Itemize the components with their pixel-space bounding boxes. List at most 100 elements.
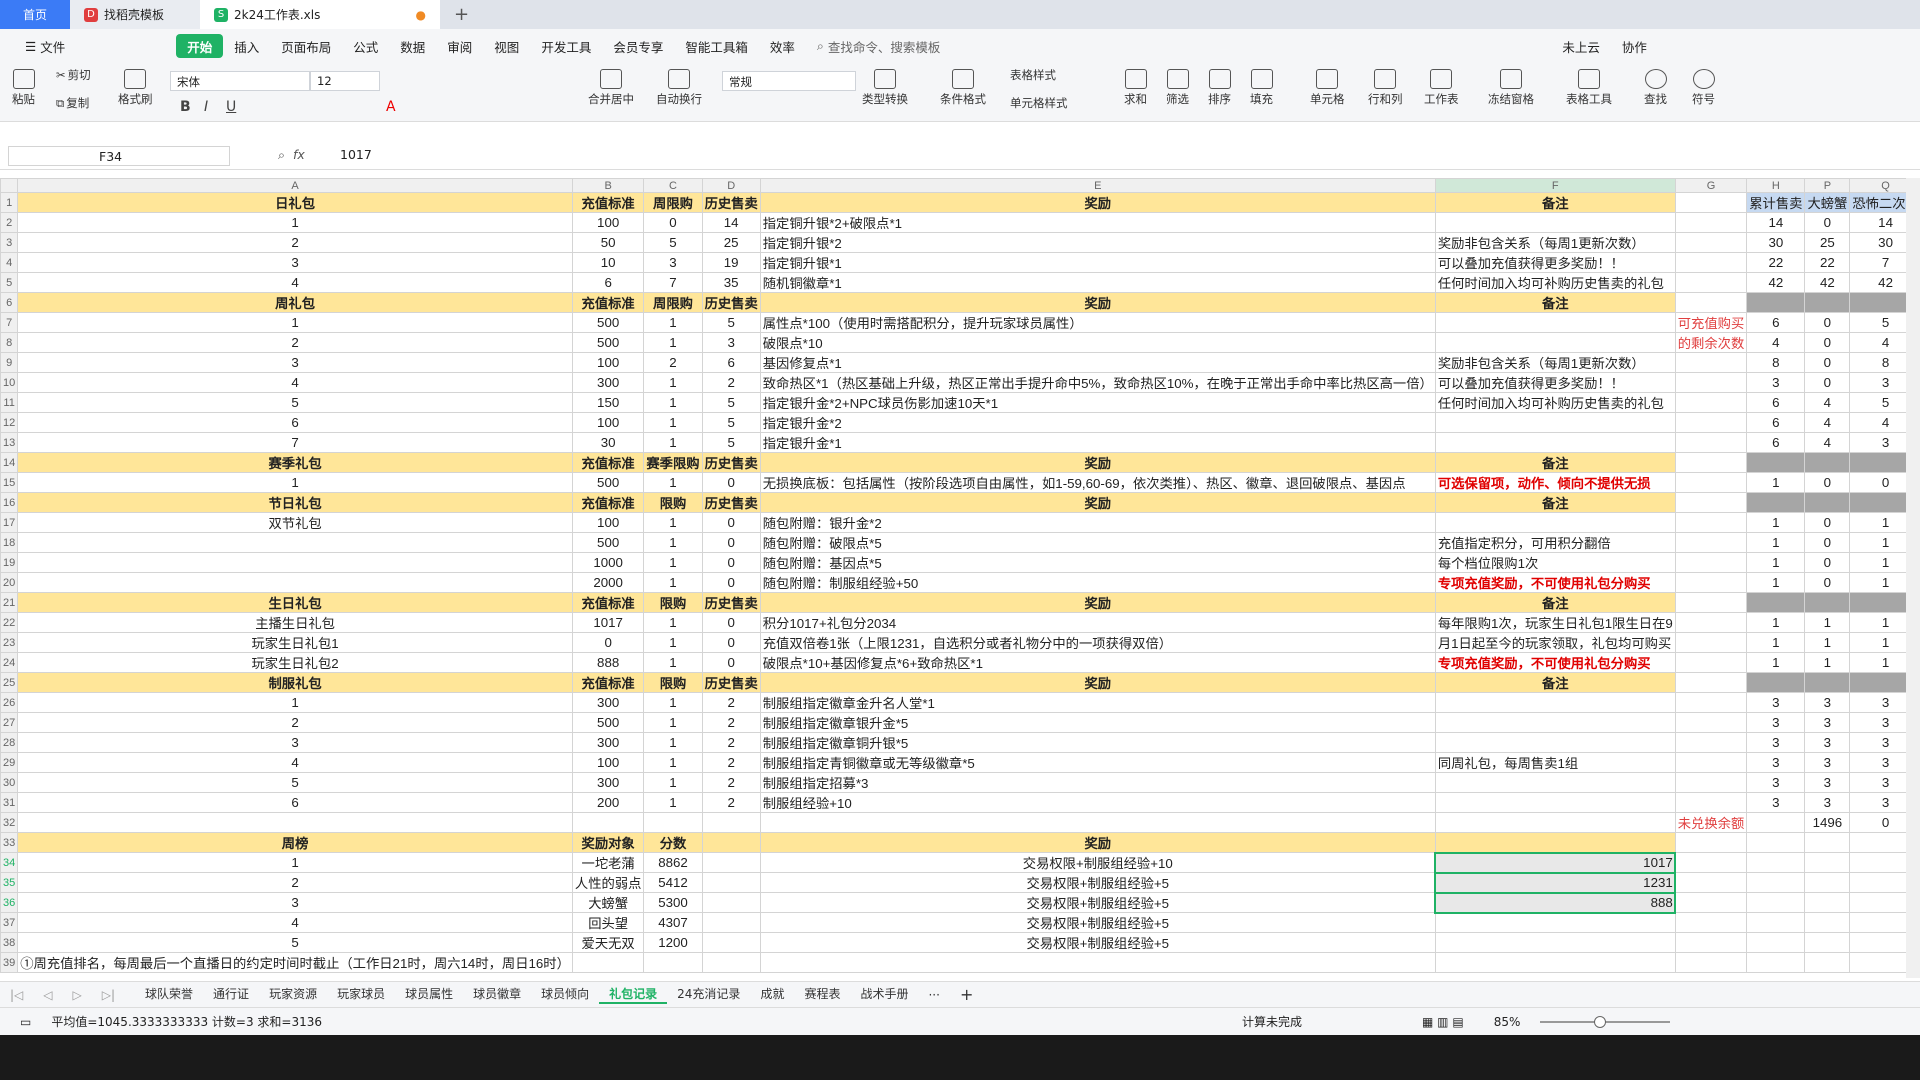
row-header[interactable]: 29 — [0, 752, 19, 773]
cell[interactable] — [1746, 492, 1806, 513]
cell[interactable]: 3 — [1746, 772, 1806, 793]
cell[interactable] — [1674, 212, 1748, 233]
cell[interactable]: 交易权限+制服组经验+10 — [759, 852, 1436, 873]
cell[interactable]: 0 — [701, 632, 761, 653]
row-header[interactable]: 5 — [0, 272, 19, 293]
sheet-tab[interactable]: 球员徽章 — [463, 985, 531, 1004]
cell[interactable] — [571, 952, 645, 973]
cell[interactable]: 赛季礼包 — [17, 452, 573, 473]
next-sheet-icon[interactable]: ▷ — [63, 988, 92, 1002]
row-header[interactable]: 2 — [0, 212, 19, 233]
sheet-tab[interactable]: 球队荣誉 — [135, 985, 203, 1004]
cell[interactable]: 1 — [643, 332, 703, 353]
cell[interactable]: 1 — [1849, 612, 1906, 633]
cell[interactable] — [1849, 932, 1906, 953]
cell[interactable]: 4 — [1804, 412, 1851, 433]
row-header[interactable]: 4 — [0, 252, 19, 273]
cell[interactable]: 3 — [1804, 772, 1851, 793]
cell[interactable]: 0 — [1804, 212, 1851, 233]
cell[interactable]: 2000 — [571, 572, 645, 593]
table-style-button[interactable]: 表格样式 — [1010, 67, 1056, 83]
cell[interactable]: 历史售卖 — [701, 672, 761, 693]
cell[interactable] — [701, 892, 761, 913]
cell[interactable] — [1674, 532, 1748, 553]
cell[interactable]: 0 — [1804, 512, 1851, 533]
cell[interactable] — [1674, 492, 1748, 513]
cell[interactable]: 指定铜升银*1 — [759, 252, 1436, 273]
cells-button[interactable]: 单元格 — [1310, 69, 1345, 107]
cell[interactable]: 30 — [1849, 232, 1906, 253]
cell[interactable]: 1 — [1849, 552, 1906, 573]
cell[interactable]: 周限购 — [643, 192, 703, 213]
cell[interactable]: 备注 — [1434, 192, 1676, 213]
cell[interactable] — [1746, 292, 1806, 313]
cell[interactable]: 限购 — [643, 592, 703, 613]
cell[interactable]: 奖励 — [759, 492, 1436, 513]
cell[interactable]: 6 — [1746, 412, 1806, 433]
cell[interactable]: 5 — [701, 412, 761, 433]
menu-home[interactable]: 开始 — [176, 34, 224, 58]
cell[interactable]: 100 — [571, 752, 645, 773]
cell[interactable]: 5 — [17, 392, 573, 413]
sheet-tab[interactable]: 礼包记录 — [599, 985, 668, 1004]
cell[interactable]: 节日礼包 — [17, 492, 573, 513]
col-header-D[interactable]: D — [701, 178, 761, 193]
cell[interactable]: 25 — [701, 232, 761, 253]
menu-search[interactable]: ⌕ 查找命令、搜索模板 — [806, 34, 952, 58]
cell[interactable]: 交易权限+制服组经验+5 — [759, 892, 1436, 913]
col-header-H[interactable]: H — [1746, 178, 1806, 193]
cell[interactable]: 充值标准 — [571, 452, 645, 473]
row-header[interactable]: 26 — [0, 692, 19, 713]
cell[interactable] — [1674, 612, 1748, 633]
cell[interactable]: 2 — [701, 712, 761, 733]
cell[interactable]: 2 — [701, 792, 761, 813]
cell[interactable]: 1 — [1746, 532, 1806, 553]
cell[interactable]: 专项充值奖励，不可使用礼包分购买 — [1434, 572, 1676, 593]
cell[interactable]: 5412 — [643, 872, 703, 893]
cell[interactable] — [1849, 592, 1906, 613]
cell[interactable]: 0 — [701, 652, 761, 673]
cell[interactable]: 1 — [17, 212, 573, 233]
cell[interactable]: 300 — [571, 372, 645, 393]
cell[interactable]: 1200 — [643, 932, 703, 953]
cell[interactable]: 6 — [701, 352, 761, 373]
cell[interactable]: 3 — [1746, 732, 1806, 753]
cell[interactable]: 6 — [1746, 392, 1806, 413]
cell[interactable]: 42 — [1849, 272, 1906, 293]
cell[interactable]: 历史售卖 — [701, 592, 761, 613]
cell[interactable]: 历史售卖 — [701, 192, 761, 213]
cell[interactable]: 交易权限+制服组经验+5 — [759, 912, 1436, 933]
cell[interactable] — [701, 812, 761, 833]
cell[interactable] — [643, 952, 703, 973]
cell[interactable]: 充值标准 — [571, 292, 645, 313]
cell[interactable] — [1674, 652, 1748, 673]
row-header[interactable]: 38 — [0, 932, 19, 953]
cell[interactable]: 8 — [1849, 352, 1906, 373]
cell[interactable]: 奖励 — [759, 192, 1436, 213]
cell[interactable]: 1 — [643, 612, 703, 633]
cell[interactable]: 历史售卖 — [701, 492, 761, 513]
cell[interactable]: 可选保留项，动作、倾向不提供无损 — [1434, 472, 1676, 493]
cell[interactable]: 4 — [1849, 332, 1906, 353]
cell[interactable]: 备注 — [1434, 452, 1676, 473]
cell[interactable] — [1849, 832, 1906, 853]
row-header[interactable]: 37 — [0, 912, 19, 933]
cell[interactable] — [759, 952, 1436, 973]
cell[interactable] — [1674, 552, 1748, 573]
symbol-button[interactable]: 符号 — [1692, 69, 1715, 107]
cell[interactable]: 制服组经验+10 — [759, 792, 1436, 813]
cell[interactable]: 1 — [643, 772, 703, 793]
cell[interactable]: 每个档位限购1次 — [1434, 552, 1676, 573]
conditional-format-button[interactable]: 条件格式 — [940, 69, 986, 107]
cell[interactable]: 1 — [1746, 572, 1806, 593]
cell[interactable] — [1849, 452, 1906, 473]
row-header[interactable]: 24 — [0, 652, 19, 673]
cell[interactable]: 5 — [643, 232, 703, 253]
row-header[interactable]: 22 — [0, 612, 19, 633]
copy-button[interactable]: ⧉ 复制 — [56, 95, 89, 111]
cell[interactable] — [1434, 772, 1676, 793]
cell[interactable]: 1 — [643, 392, 703, 413]
cell[interactable]: 1 — [1804, 632, 1851, 653]
cell[interactable] — [759, 812, 1436, 833]
cell[interactable]: 1017 — [1434, 851, 1677, 874]
